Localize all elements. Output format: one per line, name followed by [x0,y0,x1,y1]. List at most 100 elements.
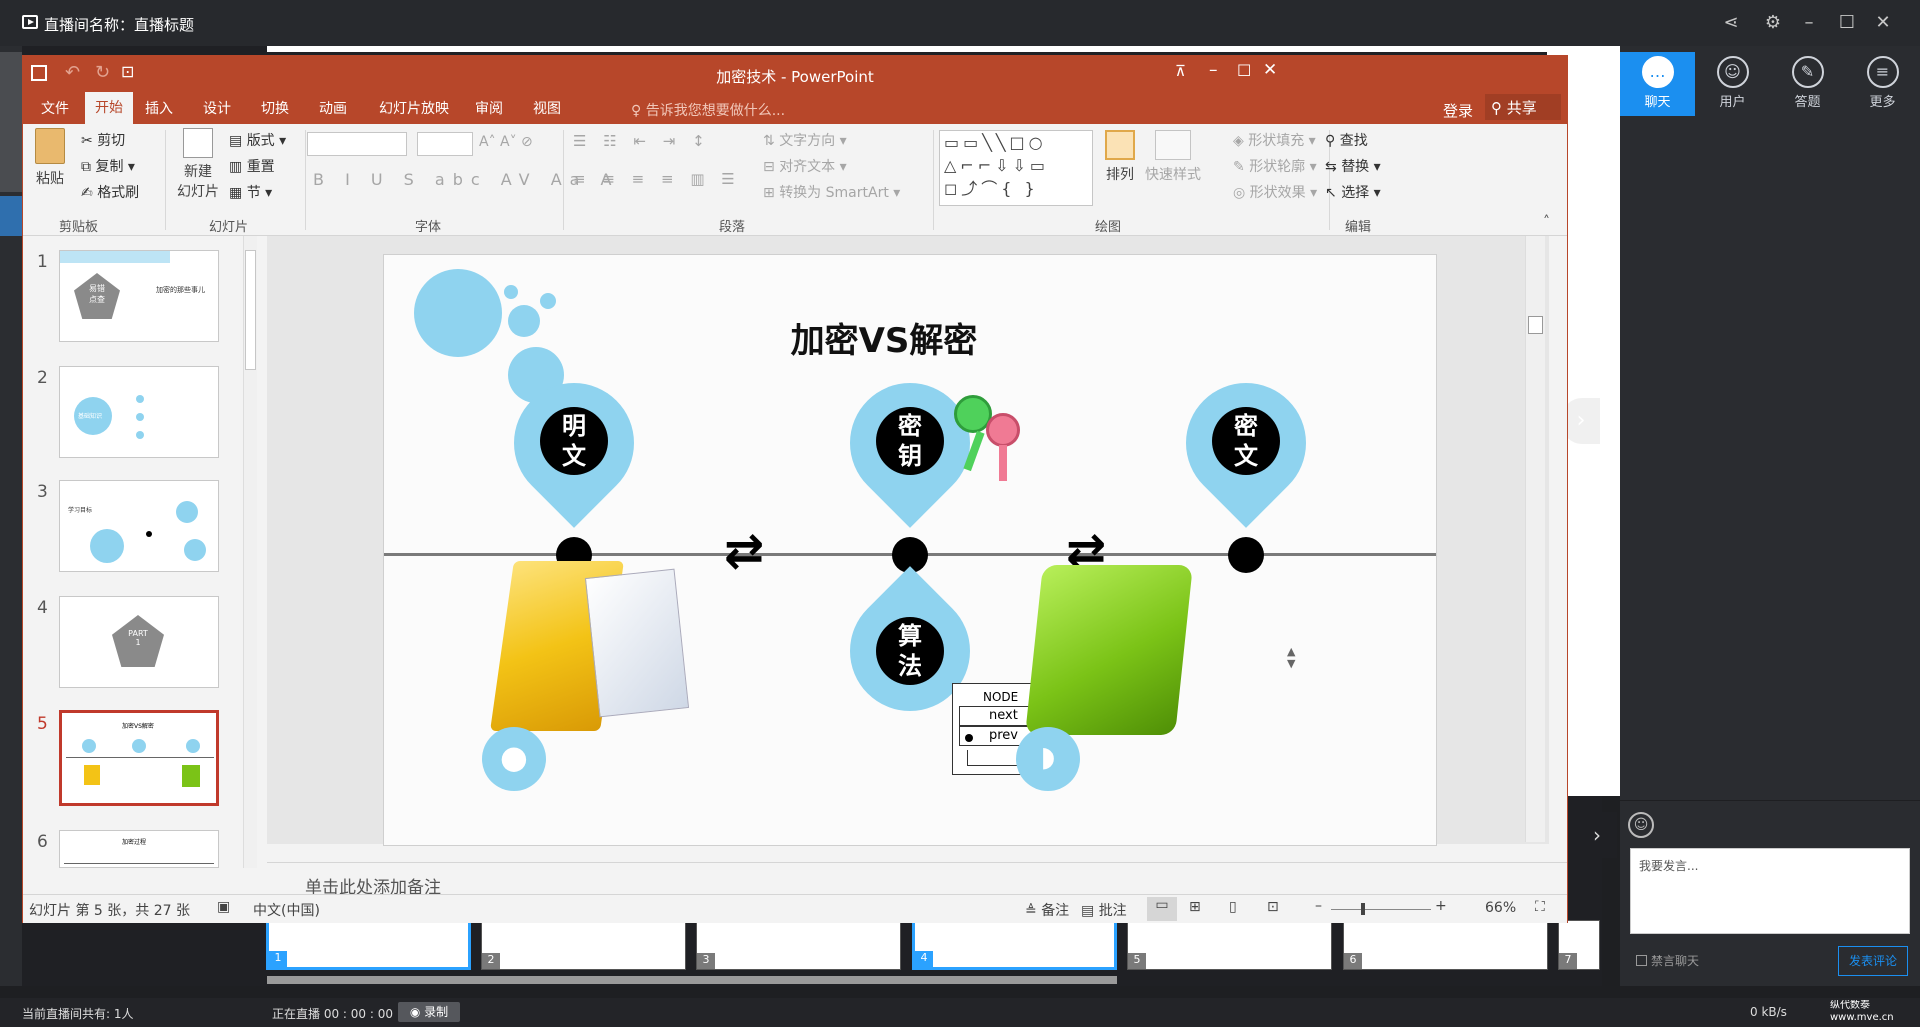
tab-animations[interactable]: 动画 [309,98,357,118]
tab-transitions[interactable]: 切换 [251,98,299,118]
zoom-level[interactable]: 66% [1485,900,1516,916]
list-buttons[interactable]: ☰ ☷ ⇤ ⇥ ↕ [573,132,711,150]
align-buttons[interactable]: ≡ ≡ ≡ ≡ ▥ ☰ [573,170,741,188]
exchange-arrows-icon: ⇄ [724,523,765,579]
mute-chat-checkbox[interactable]: 禁言聊天 [1636,952,1699,969]
copy-button[interactable]: ⧉ 复制 ▾ [81,156,135,176]
app-titlebar: 直播间名称：直播标题 ⋖ ⚙ – ☐ ✕ [0,0,1920,46]
filmstrip-thumb[interactable]: 2 [481,920,686,970]
maximize-button[interactable]: ☐ [1834,10,1860,36]
slide-title[interactable]: 加密VS解密 [684,313,1084,362]
fit-slide-icon[interactable]: ⛶ [1535,899,1545,915]
live-status: 正在直播 00 : 00 : 00 [272,1007,393,1021]
slide-sorter-button[interactable]: ⊞ [1189,899,1201,915]
new-slide-button[interactable]: 新建 幻灯片 [173,128,223,201]
shape-fill-button[interactable]: ◈ 形状填充 ▾ [1233,130,1316,150]
shape-effects-button[interactable]: ◎ 形状效果 ▾ [1233,182,1317,202]
thumbs-scrollbar[interactable] [243,236,257,868]
shapes-gallery[interactable]: ▭▭╲╲□○ △⌐⌐⇩⇩▭ ◻⤴⌒{ } [939,130,1093,206]
filmstrip-thumb[interactable]: 3 [696,920,901,970]
ribbon-display-icon[interactable]: ⊼ [1175,62,1186,80]
notes-toggle[interactable]: ≜ 备注 [1025,900,1069,920]
tab-review[interactable]: 审阅 [465,98,513,118]
net-speed: 0 kB/s [1750,1005,1787,1019]
reading-view-button[interactable]: ▯ [1229,899,1237,915]
filmstrip-thumb[interactable]: 4 [912,920,1117,970]
ppt-maximize-button[interactable]: ☐ [1237,61,1251,80]
shape-outline-button[interactable]: ✎ 形状轮廓 ▾ [1233,156,1317,176]
filmstrip-thumb[interactable]: 5 [1127,920,1332,970]
emoji-icon[interactable]: ☺ [1628,812,1654,838]
language-status[interactable]: 中文(中国) [253,900,320,920]
spellcheck-icon[interactable]: ▣ [217,899,230,915]
slide-thumbnail[interactable]: PART 1 [59,596,219,688]
reset-button[interactable]: ▥ 重置 [229,156,275,176]
font-size-buttons[interactable]: A˄ A˅ ⊘ [479,134,533,150]
ppt-minimize-button[interactable]: – [1209,60,1218,80]
notes-pane[interactable]: 单击此处添加备注 [267,862,1567,898]
tab-design[interactable]: 设计 [193,98,241,118]
tab-home[interactable]: 开始 [85,92,133,124]
slide-canvas[interactable]: 加密VS解密 明 文 ⇄ ⇄ 密 钥 密 文 算 法 NODE next pre… [383,254,1437,846]
pin-algorithm-label: 算 法 [876,617,944,685]
tab-slideshow[interactable]: 幻灯片放映 [369,98,459,118]
slide-thumbnail[interactable]: 易错 点查 加密的那些事儿 [59,250,219,342]
settings-icon[interactable]: ⚙ [1760,10,1786,36]
record-button[interactable]: ◉ 录制 [398,1002,460,1022]
collapse-ribbon-icon[interactable]: ˄ [1543,214,1550,230]
filmstrip-toggle[interactable]: › [1577,812,1617,858]
filmstrip-scrollbar[interactable] [267,976,1117,984]
comments-toggle[interactable]: ▤ 批注 [1081,900,1127,920]
slide-thumbnail[interactable]: 加密过程 [59,830,219,868]
filmstrip-thumb[interactable]: 7 [1558,920,1600,970]
send-comment-button[interactable]: 发表评论 [1838,946,1908,976]
chat-divider [1620,800,1920,801]
slideshow-button[interactable]: ⊡ [1267,899,1279,915]
align-text-button[interactable]: ⊟ 对齐文本 ▾ [763,156,847,176]
tab-users[interactable]: ☺ 用户 [1695,52,1770,116]
slide-scroll-controls[interactable]: ▲ ▼ [1287,646,1295,670]
zoom-in-button[interactable]: + [1435,898,1447,914]
login-link[interactable]: 登录 [1443,100,1473,121]
quick-styles-icon [1155,130,1191,160]
minimize-button[interactable]: – [1796,10,1822,36]
tab-quiz[interactable]: ✎ 答题 [1770,52,1845,116]
close-button[interactable]: ✕ [1870,10,1896,36]
filmstrip-thumb[interactable]: 6 [1343,920,1548,970]
editor-scrollbar[interactable] [1525,236,1545,842]
tab-view[interactable]: 视图 [523,98,571,118]
cut-button[interactable]: ✂ 剪切 [81,130,125,150]
font-name-select[interactable] [307,132,407,156]
quick-styles-button[interactable]: 快速样式 [1145,130,1201,184]
tab-file[interactable]: 文件 [31,98,79,118]
ribbon-tabs: 文件 开始 插入 设计 切换 动画 幻灯片放映 审阅 视图 ♀ 告诉我您想要做什… [23,92,1567,124]
slide-thumbnail[interactable]: 基础知识 [59,366,219,458]
arm-badge-icon: ◗ [1016,727,1080,791]
format-painter-button[interactable]: ✍ 格式刷 [81,182,139,202]
replace-button[interactable]: ⇆ 替换 ▾ [1325,156,1381,176]
zoom-out-button[interactable]: – [1315,898,1322,914]
find-button[interactable]: ⚲ 查找 [1325,130,1368,150]
section-button[interactable]: ▦ 节 ▾ [229,182,272,202]
text-direction-button[interactable]: ⇅ 文字方向 ▾ [763,130,847,150]
select-button[interactable]: ↖ 选择 ▾ [1325,182,1381,202]
layout-button[interactable]: ▤ 版式 ▾ [229,130,286,150]
ppt-close-button[interactable]: ✕ [1263,60,1277,80]
slide-thumbnail-selected[interactable]: 加密VS解密 [59,710,219,806]
zoom-slider[interactable] [1331,903,1431,915]
normal-view-button[interactable]: ▭ [1147,897,1177,921]
tell-me-box[interactable]: ♀ 告诉我您想要做什么... [631,100,785,120]
slide-thumbnails-pane: 1 易错 点查 加密的那些事儿 2 基础知识 3 学习目标 4 PART 1 5… [23,236,263,868]
chat-input[interactable]: 我要发言... [1630,848,1910,934]
share-icon[interactable]: ⋖ [1718,10,1744,36]
filmstrip-thumb[interactable]: 1 [266,920,471,970]
font-size-select[interactable] [417,132,473,156]
paste-button[interactable]: 粘贴 [31,128,69,188]
tab-chat[interactable]: … 聊天 [1620,52,1695,116]
arrange-button[interactable]: 排列 [1105,130,1135,184]
smartart-button[interactable]: ⊞ 转换为 SmartArt ▾ [763,182,900,202]
tab-insert[interactable]: 插入 [135,98,183,118]
share-button[interactable]: ⚲ 共享 [1485,94,1561,120]
slide-thumbnail[interactable]: 学习目标 [59,480,219,572]
tab-more[interactable]: ≡ 更多 [1845,52,1920,116]
